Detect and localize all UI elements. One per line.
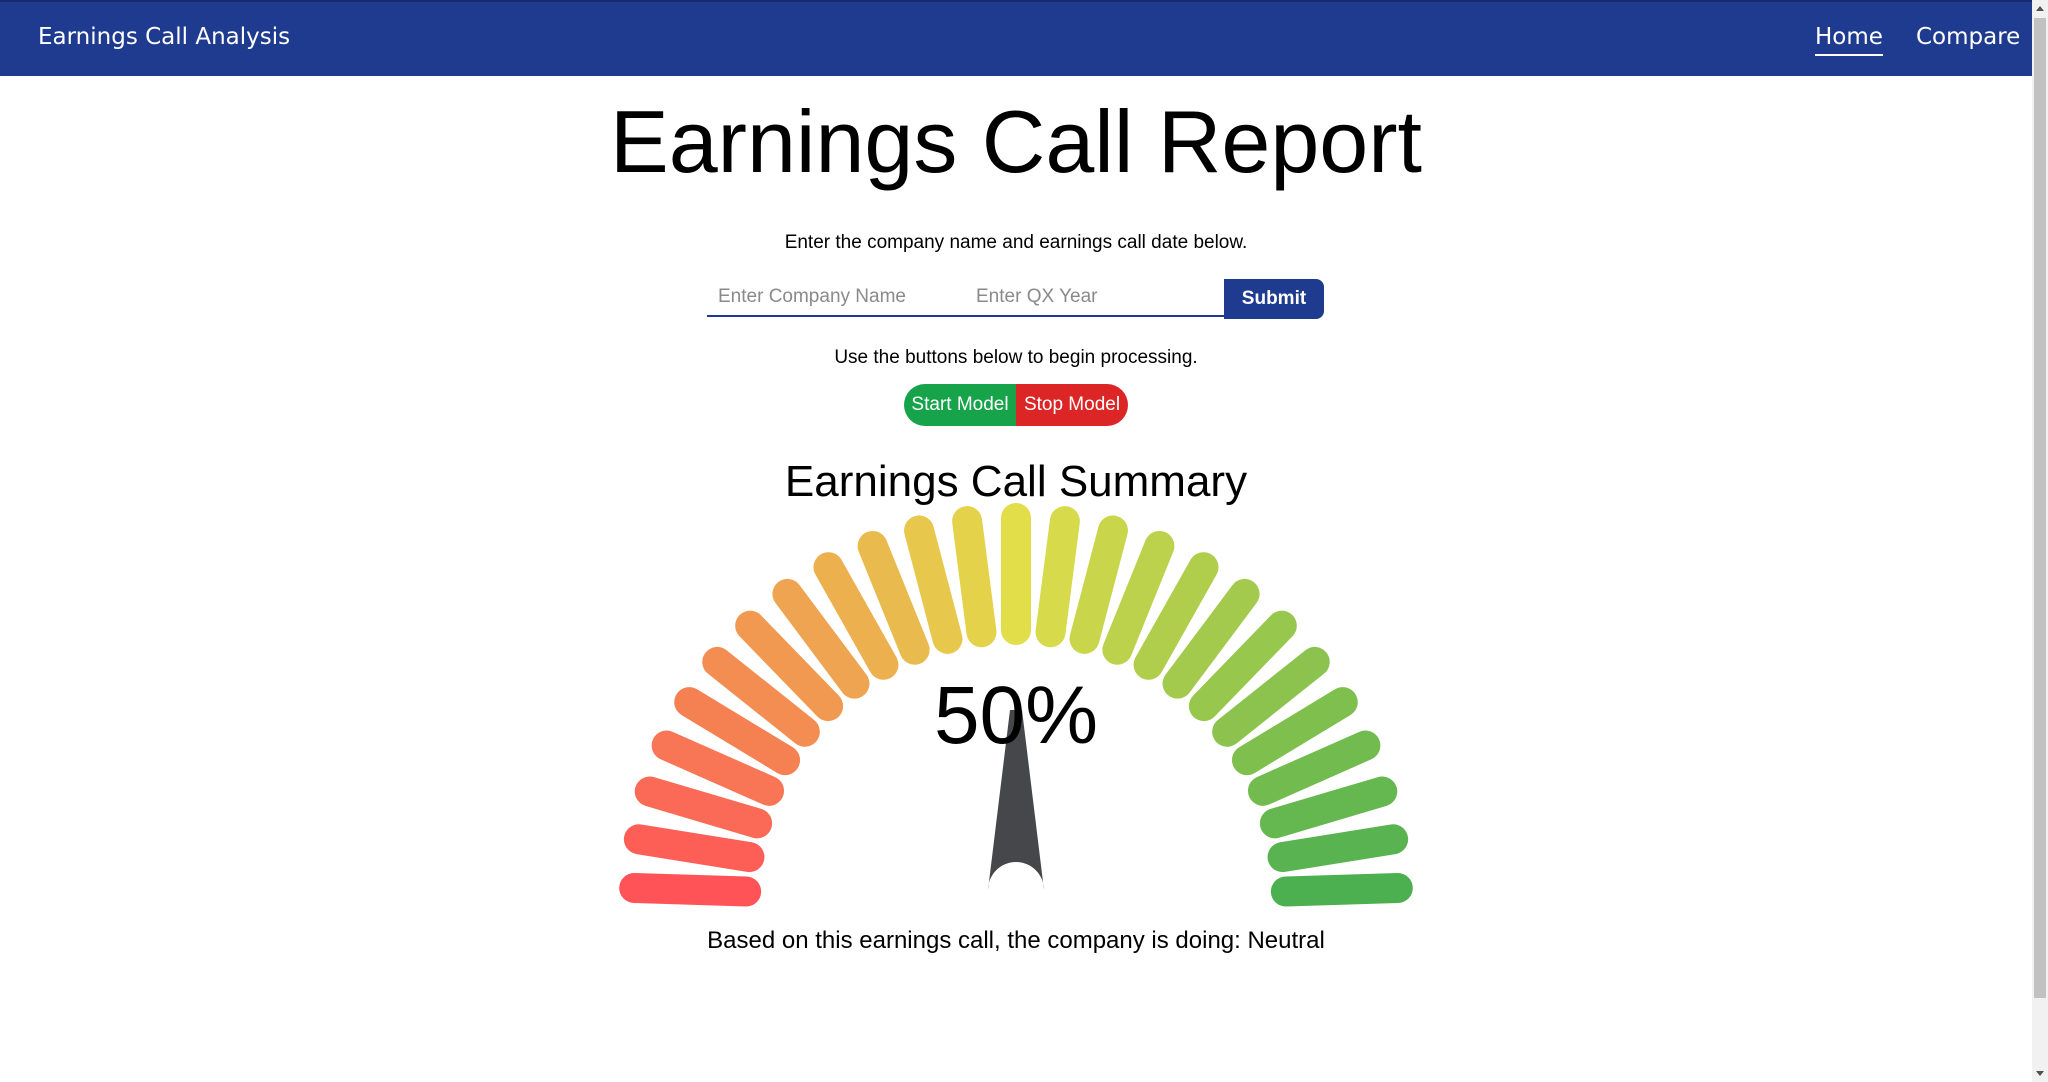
gauge-tick bbox=[634, 776, 773, 839]
gauge-tick bbox=[1270, 873, 1413, 907]
gauge-tick bbox=[1035, 506, 1080, 648]
gauge-percentage: 50% bbox=[933, 670, 1099, 761]
navbar: Earnings Call Analysis Home Compare bbox=[0, 0, 2032, 76]
form-instruction: Enter the company name and earnings call… bbox=[784, 232, 1248, 253]
gauge-tick bbox=[1069, 515, 1128, 654]
page: Earnings Call Analysis Home Compare Earn… bbox=[0, 0, 2048, 1082]
gauge-tick bbox=[1259, 776, 1398, 839]
company-name-input[interactable] bbox=[707, 279, 965, 317]
gauge-tick bbox=[857, 530, 930, 665]
gauge-tick bbox=[952, 506, 997, 648]
gauge-tick bbox=[1133, 552, 1219, 680]
scroll-down-arrow-icon[interactable] bbox=[2036, 1071, 2044, 1076]
stop-model-button[interactable]: Stop Model bbox=[1016, 384, 1128, 426]
gauge-tick bbox=[813, 552, 899, 680]
start-model-button[interactable]: Start Model bbox=[904, 384, 1016, 426]
sentiment-result: Based on this earnings call, the company… bbox=[707, 927, 1325, 954]
nav-link-home[interactable]: Home bbox=[1815, 24, 1883, 56]
buttons-instruction: Use the buttons below to begin processin… bbox=[834, 347, 1198, 368]
scroll-up-arrow-icon[interactable] bbox=[2036, 6, 2044, 11]
brand-link[interactable]: Earnings Call Analysis bbox=[38, 24, 290, 50]
page-title: Earnings Call Report bbox=[610, 92, 1422, 191]
vertical-scrollbar[interactable] bbox=[2032, 0, 2048, 1082]
gauge-tick bbox=[619, 873, 762, 907]
submit-button[interactable]: Submit bbox=[1224, 279, 1324, 319]
nav-link-compare[interactable]: Compare bbox=[1916, 24, 2020, 54]
summary-title: Earnings Call Summary bbox=[784, 457, 1248, 506]
gauge-tick bbox=[1267, 824, 1409, 873]
gauge-tick bbox=[1102, 530, 1175, 665]
scroll-thumb[interactable] bbox=[2034, 18, 2046, 998]
quarter-year-input[interactable] bbox=[965, 279, 1231, 317]
gauge-tick bbox=[623, 824, 765, 873]
gauge-tick bbox=[904, 515, 963, 654]
search-form: Submit bbox=[707, 279, 1324, 319]
